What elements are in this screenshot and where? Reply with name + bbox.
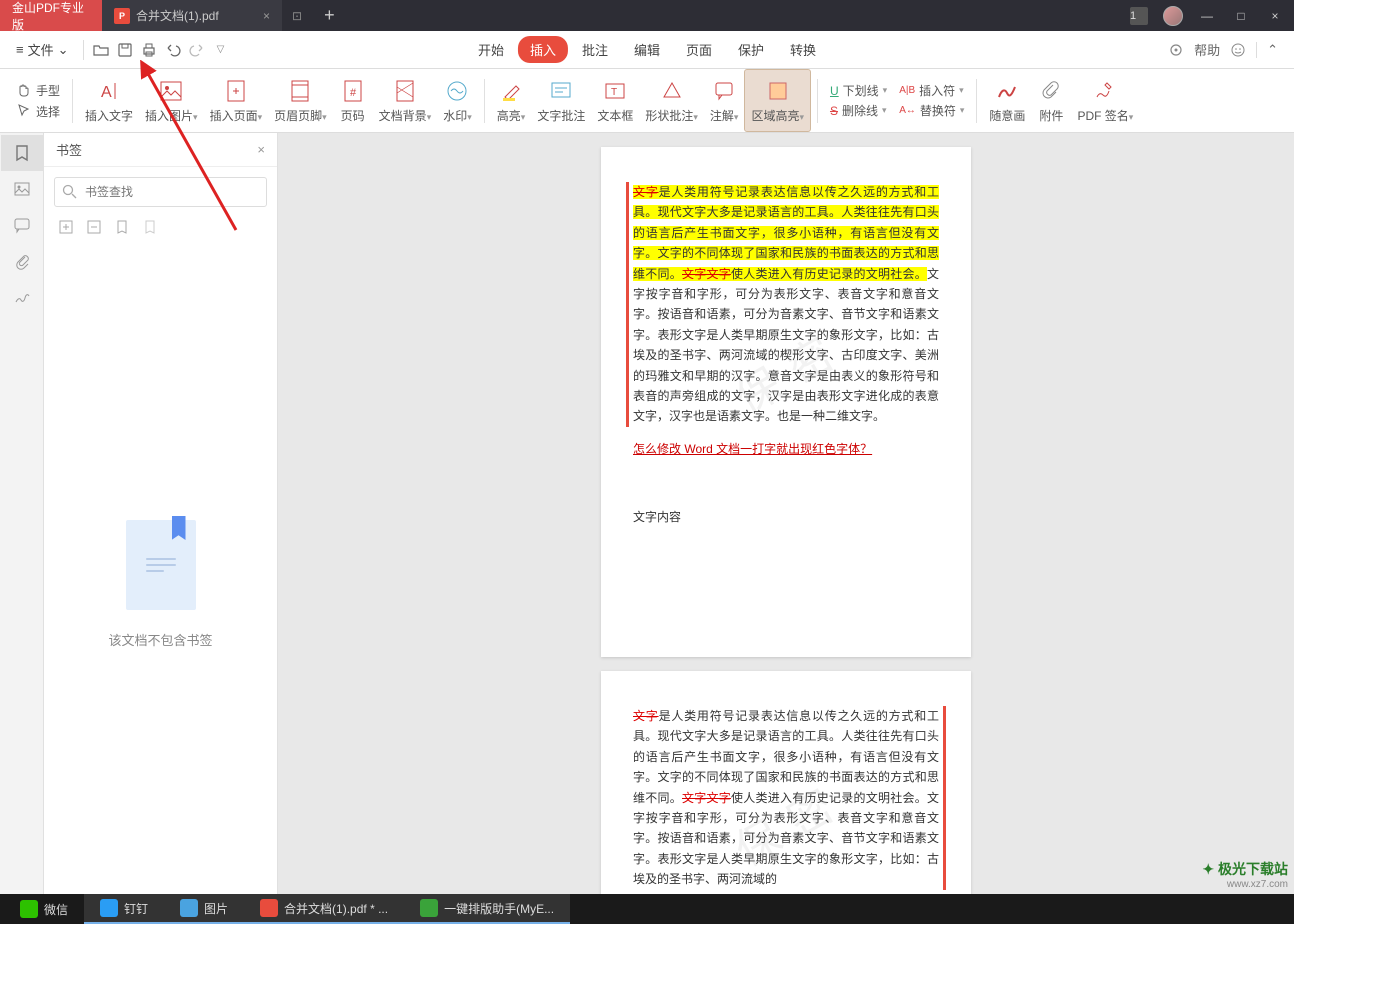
bm-tool-collapse[interactable] <box>86 219 102 235</box>
bm-tool-add[interactable] <box>114 219 130 235</box>
user-avatar[interactable] <box>1158 0 1188 31</box>
rail-thumbnails[interactable] <box>1 171 43 207</box>
tab-close-icon[interactable]: × <box>243 9 270 23</box>
menu-tab-5[interactable]: 保护 <box>726 36 776 63</box>
printer-icon <box>141 42 157 58</box>
hand-icon <box>16 82 32 98</box>
windows-taskbar: 微信钉钉图片合并文档(1).pdf * ...一键排版助手(MyE... <box>0 894 1294 924</box>
rail-bookmarks[interactable] <box>1 135 43 171</box>
folder-open-icon <box>93 42 109 58</box>
ribbon-随意画[interactable]: 随意画 <box>983 69 1031 132</box>
document-hyperlink[interactable]: 怎么修改 Word 文档一打字就出现红色字体？ <box>633 442 872 456</box>
taskbar-item-2[interactable]: 图片 <box>164 894 244 924</box>
redo-button[interactable] <box>186 38 208 62</box>
open-file-button[interactable] <box>90 38 112 62</box>
comment-icon <box>13 216 31 234</box>
cursor-icon <box>16 103 32 119</box>
ribbon-文档背景[interactable]: 文档背景▾ <box>373 69 438 132</box>
ribbon-水印[interactable]: 水印▾ <box>437 69 478 132</box>
menu-tab-6[interactable]: 转换 <box>778 36 828 63</box>
taskbar-item-1[interactable]: 钉钉 <box>84 894 164 924</box>
ribbon-页码[interactable]: #页码 <box>333 69 373 132</box>
rail-attachments[interactable] <box>1 243 43 279</box>
ribbon-插入图片[interactable]: 插入图片▾ <box>139 69 204 132</box>
ribbon-插入文字[interactable]: A插入文字 <box>79 69 139 132</box>
select-tool[interactable]: 选择 <box>16 103 60 120</box>
bookmark-panel-close[interactable]: × <box>257 142 265 157</box>
taskbar-item-3[interactable]: 合并文档(1).pdf * ... <box>244 894 404 924</box>
strikethrough-tool[interactable]: S删除线▾ <box>830 102 887 119</box>
svg-text:T: T <box>611 87 617 98</box>
hand-tool[interactable]: 手型 <box>16 82 60 99</box>
rail-signatures[interactable] <box>1 279 43 315</box>
signature-icon <box>13 288 31 306</box>
section-heading: 文字内容 <box>633 507 939 527</box>
hamburger-menu[interactable]: ≡ 文件 ⌄ <box>8 40 77 59</box>
collapse-ribbon[interactable]: ⌃ <box>1267 42 1278 58</box>
ribbon-文字批注[interactable]: 文字批注 <box>531 69 591 132</box>
pdf-page-2[interactable]: 保 密 文字是人类用符号记录表达信息以传之久远的方式和工具。现代文字大多是记录语… <box>601 671 971 924</box>
help-button[interactable]: 帮助 <box>1194 40 1220 59</box>
save-icon <box>117 42 133 58</box>
replace-mark-tool[interactable]: A↔替换符▾ <box>899 102 964 119</box>
redo-icon <box>189 42 205 58</box>
document-viewport[interactable]: 保 密 文字是人类用符号记录表达信息以传之久远的方式和工具。现代文字大多是记录语… <box>278 133 1294 924</box>
menu-tab-3[interactable]: 编辑 <box>622 36 672 63</box>
ribbon-插入页面[interactable]: 插入页面▾ <box>204 69 269 132</box>
window-maximize[interactable]: □ <box>1226 0 1256 31</box>
bm-tool-expand[interactable] <box>58 219 74 235</box>
empty-bookmark-illustration <box>126 520 196 610</box>
menu-tab-2[interactable]: 批注 <box>570 36 620 63</box>
undo-icon <box>165 42 181 58</box>
tab-document-label: 合并文档(1).pdf <box>136 7 219 24</box>
bookmark-search-input[interactable] <box>54 177 267 207</box>
file-menu-label: 文件 <box>28 40 54 59</box>
ribbon-高亮[interactable]: 高亮▾ <box>491 69 532 132</box>
new-tab-button[interactable]: + <box>312 0 347 31</box>
chevron-down-icon: ⌄ <box>58 42 69 58</box>
ribbon-页眉页脚[interactable]: 页眉页脚▾ <box>268 69 333 132</box>
bookmark-icon <box>13 144 31 162</box>
menu-icon: ≡ <box>16 42 24 57</box>
window-close[interactable]: × <box>1260 0 1290 31</box>
pdf-page-1[interactable]: 保 密 文字是人类用符号记录表达信息以传之久远的方式和工具。现代文字大多是记录语… <box>601 147 971 657</box>
taskbar-item-0[interactable]: 微信 <box>4 894 84 924</box>
site-watermark: ✦ 极光下载站 www.xz7.com <box>1202 859 1288 890</box>
taskbar-item-4[interactable]: 一键排版助手(MyE... <box>404 894 570 924</box>
underline-tool[interactable]: U下划线▾ <box>830 82 887 99</box>
ribbon-区域高亮[interactable]: 区域高亮▾ <box>744 69 811 132</box>
ribbon-附件[interactable]: 附件 <box>1031 69 1071 132</box>
menu-tab-1[interactable]: 插入 <box>518 36 568 63</box>
ribbon-形状批注[interactable]: 形状批注▾ <box>639 69 704 132</box>
svg-text:A: A <box>101 84 112 101</box>
tab-document[interactable]: P 合并文档(1).pdf × <box>102 0 282 31</box>
pdf-file-icon: P <box>114 8 130 24</box>
paperclip-icon <box>13 252 31 270</box>
bookmark-empty-text: 该文档不包含书签 <box>108 630 212 649</box>
presentation-mode-icon[interactable]: ⊡ <box>292 9 302 23</box>
print-button[interactable] <box>138 38 160 62</box>
ribbon-PDF 签名[interactable]: PDF 签名▾ <box>1071 69 1139 132</box>
image-icon <box>13 180 31 198</box>
save-button[interactable] <box>114 38 136 62</box>
menu-tab-0[interactable]: 开始 <box>466 36 516 63</box>
rail-comments[interactable] <box>1 207 43 243</box>
settings-icon[interactable] <box>1168 42 1184 58</box>
ribbon-注解[interactable]: 注解▾ <box>704 69 745 132</box>
ribbon-文本框[interactable]: T文本框 <box>591 69 639 132</box>
tab-home[interactable]: 金山PDF专业版 <box>0 0 102 31</box>
bm-tool-delete[interactable] <box>142 219 158 235</box>
qa-more-dropdown[interactable]: ▽ <box>210 38 232 62</box>
notification-badge[interactable]: 1 <box>1124 0 1154 31</box>
search-icon <box>62 184 77 199</box>
menu-tabs: 开始插入批注编辑页面保护转换 <box>466 36 828 63</box>
window-minimize[interactable]: — <box>1192 0 1222 31</box>
svg-text:#: # <box>350 87 357 99</box>
undo-button[interactable] <box>162 38 184 62</box>
bookmark-panel-title: 书签 <box>56 140 82 159</box>
feedback-icon[interactable] <box>1230 42 1246 58</box>
insert-mark-tool[interactable]: A|B插入符▾ <box>899 82 963 99</box>
menu-tab-4[interactable]: 页面 <box>674 36 724 63</box>
